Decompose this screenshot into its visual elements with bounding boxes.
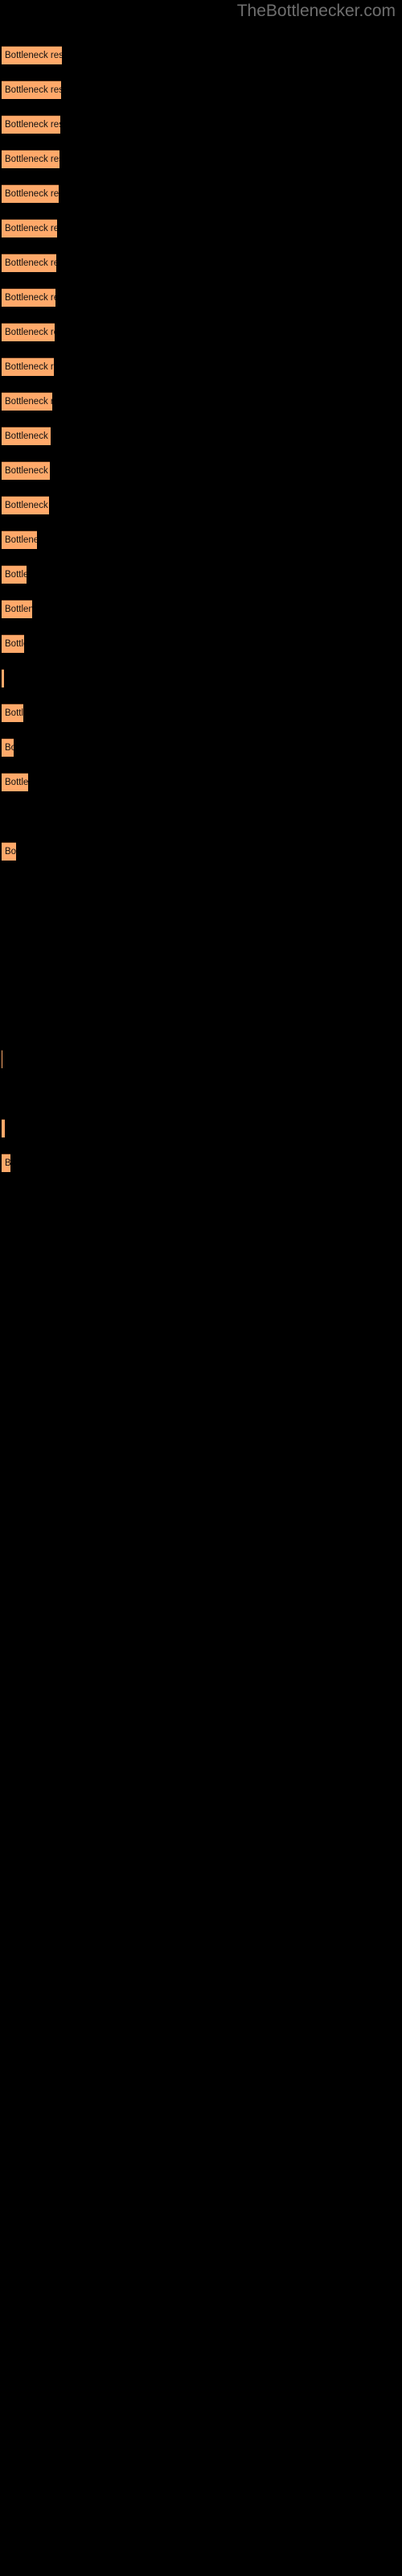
bar-label: Bottleneck result — [5, 155, 59, 164]
bar-label: Bottleneck result — [5, 85, 61, 95]
bar: Bottleneck result — [2, 738, 14, 757]
bar: Bottleneck result — [2, 427, 51, 445]
bar: Bottleneck result — [2, 461, 50, 480]
bar-label: Bottleneck result — [5, 639, 24, 649]
bar: Bottleneck result — [2, 704, 23, 722]
bar-label: Bottleneck result — [5, 362, 54, 372]
bar: Bottleneck result — [2, 496, 49, 514]
bar: Bottleneck result — [2, 1154, 10, 1172]
bar: Bottleneck result — [2, 115, 60, 134]
bar: Bottleneck result — [2, 565, 27, 584]
bar: Bottleneck result — [2, 288, 55, 307]
bar-label: Bottleneck result — [5, 328, 55, 337]
page-root: TheBottlenecker.com Bottleneck resultBot… — [0, 0, 402, 2576]
bar-label: Bottleneck result — [5, 293, 55, 303]
bar: Bottleneck result — [2, 357, 54, 376]
bar-label: Bottleneck result — [5, 189, 59, 199]
bar-label: Bottleneck result — [5, 501, 49, 510]
bar: Bottleneck result — [2, 46, 62, 64]
bar: Bottleneck result — [2, 254, 56, 272]
bar: Bottleneck result — [2, 392, 52, 411]
bar-label: Bottleneck result — [5, 51, 62, 60]
bar-label: Bottleneck result — [5, 847, 16, 857]
bar: Bottleneck result — [2, 773, 28, 791]
bar-label: Bottleneck result — [5, 258, 56, 268]
bar-label: Bottleneck result — [5, 708, 23, 718]
bar-label: Bottleneck result — [5, 466, 50, 476]
bar: Bottleneck result — [2, 219, 57, 237]
bar-label: Bottleneck result — [5, 397, 52, 407]
bar: Bottleneck result — [2, 184, 59, 203]
bar-label: Bottleneck result — [5, 605, 32, 614]
bar-label: Bottleneck result — [5, 1158, 10, 1168]
bar-label: Bottleneck result — [5, 120, 60, 130]
bar: Bottleneck result — [2, 323, 55, 341]
bar: Bottleneck result — [2, 669, 4, 687]
bar: Bottleneck result — [2, 634, 24, 653]
bar-label: Bottleneck result — [5, 570, 27, 580]
bar-chart: Bottleneck result Bottleneck result Bottle… — [0, 0, 402, 2576]
bar: Bottleneck result — [2, 150, 59, 168]
bar-label: Bottleneck result — [5, 778, 28, 787]
bar: Bottleneck result — [2, 80, 61, 99]
bar-label: Bottleneck result — [5, 224, 57, 233]
bar-label: Bottleneck result — [5, 743, 14, 753]
bar: Bottleneck result — [2, 1119, 5, 1137]
bar-label: Bottleneck result — [5, 431, 51, 441]
bar-label: Bottleneck result — [5, 535, 37, 545]
bar: Bottleneck result — [2, 530, 37, 549]
bar: Bottleneck result — [2, 842, 16, 861]
bar: Bottleneck result — [2, 600, 32, 618]
